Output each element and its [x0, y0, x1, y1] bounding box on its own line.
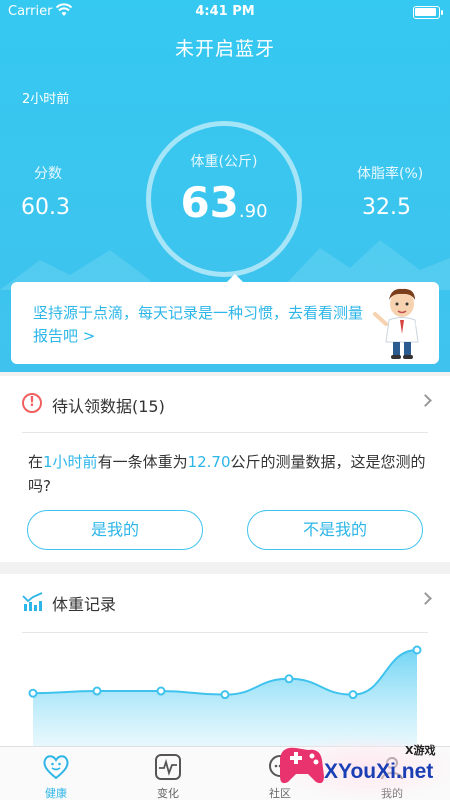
tab-changes[interactable]: 变化	[112, 747, 224, 800]
weight-value: 63.90	[146, 178, 302, 227]
alert-icon: !	[22, 393, 42, 413]
pending-data-header[interactable]: ! 待认领数据(15)	[0, 376, 450, 432]
chevron-right-icon	[419, 394, 432, 407]
last-measure-time: 2小时前	[22, 92, 70, 107]
chart-point[interactable]	[220, 690, 230, 700]
bar-chart-icon	[22, 592, 43, 611]
tab-label: 变化	[157, 787, 179, 800]
question-time: 1小时前	[43, 453, 98, 471]
not-mine-button[interactable]: 不是我的	[247, 510, 423, 550]
page-title[interactable]: 未开启蓝牙	[0, 34, 450, 61]
divider	[22, 632, 428, 633]
pending-data-title: 待认领数据(15)	[52, 397, 165, 416]
battery-icon	[413, 6, 443, 19]
chart-point[interactable]	[284, 674, 294, 684]
heart-face-icon	[43, 755, 69, 780]
tab-label: 健康	[45, 787, 67, 800]
bodyfat-value: 32.5	[362, 195, 411, 220]
bodyfat-label: 体脂率(%)	[357, 166, 424, 182]
watermark-small-text: X游戏	[405, 744, 436, 757]
score-value: 60.3	[21, 195, 70, 220]
weight-record-header[interactable]: 体重记录	[0, 574, 450, 630]
tip-card[interactable]: 坚持源于点滴，每天记录是一种习惯，去看看测量报告吧 >	[11, 274, 439, 364]
chart-line	[32, 649, 418, 696]
score-label: 分数	[34, 166, 62, 182]
weight-record-card: 体重记录	[0, 574, 450, 746]
header: Carrier 4:41 PM 未开启蓝牙 2小时前 分数 60.3 体脂率(%…	[0, 0, 450, 372]
chevron-right-icon	[419, 592, 432, 605]
chart-point[interactable]	[92, 686, 102, 696]
weight-decimal: .90	[238, 201, 268, 222]
tip-text[interactable]: 坚持源于点滴，每天记录是一种习惯，去看看测量报告吧 >	[33, 302, 363, 348]
status-bar: Carrier 4:41 PM	[0, 0, 450, 24]
confirm-mine-button[interactable]: 是我的	[27, 510, 203, 550]
tab-health[interactable]: 健康	[0, 747, 112, 800]
chart-point[interactable]	[412, 645, 422, 655]
weight-record-title: 体重记录	[52, 595, 117, 614]
weight-integer: 63	[180, 178, 239, 227]
chart-point[interactable]	[348, 690, 358, 700]
question-weight: 12.70	[187, 453, 231, 471]
question-prefix: 在	[28, 453, 44, 471]
weight-label: 体重(公斤)	[190, 154, 258, 170]
clock: 4:41 PM	[195, 4, 255, 19]
divider	[22, 432, 428, 433]
pending-question: 在1小时前有一条体重为12.70公斤的测量数据，这是您测的吗?	[28, 450, 428, 498]
pulse-icon	[155, 754, 181, 780]
doctor-illustration-icon	[373, 288, 428, 359]
chart-point[interactable]	[156, 686, 166, 696]
watermark-text: XYouXi.net	[324, 760, 434, 783]
chart-point[interactable]	[28, 688, 38, 698]
pending-data-card: ! 待认领数据(15) 在1小时前有一条体重为12.70公斤的测量数据，这是您测…	[0, 376, 450, 562]
question-mid: 有一条体重为	[97, 453, 188, 471]
